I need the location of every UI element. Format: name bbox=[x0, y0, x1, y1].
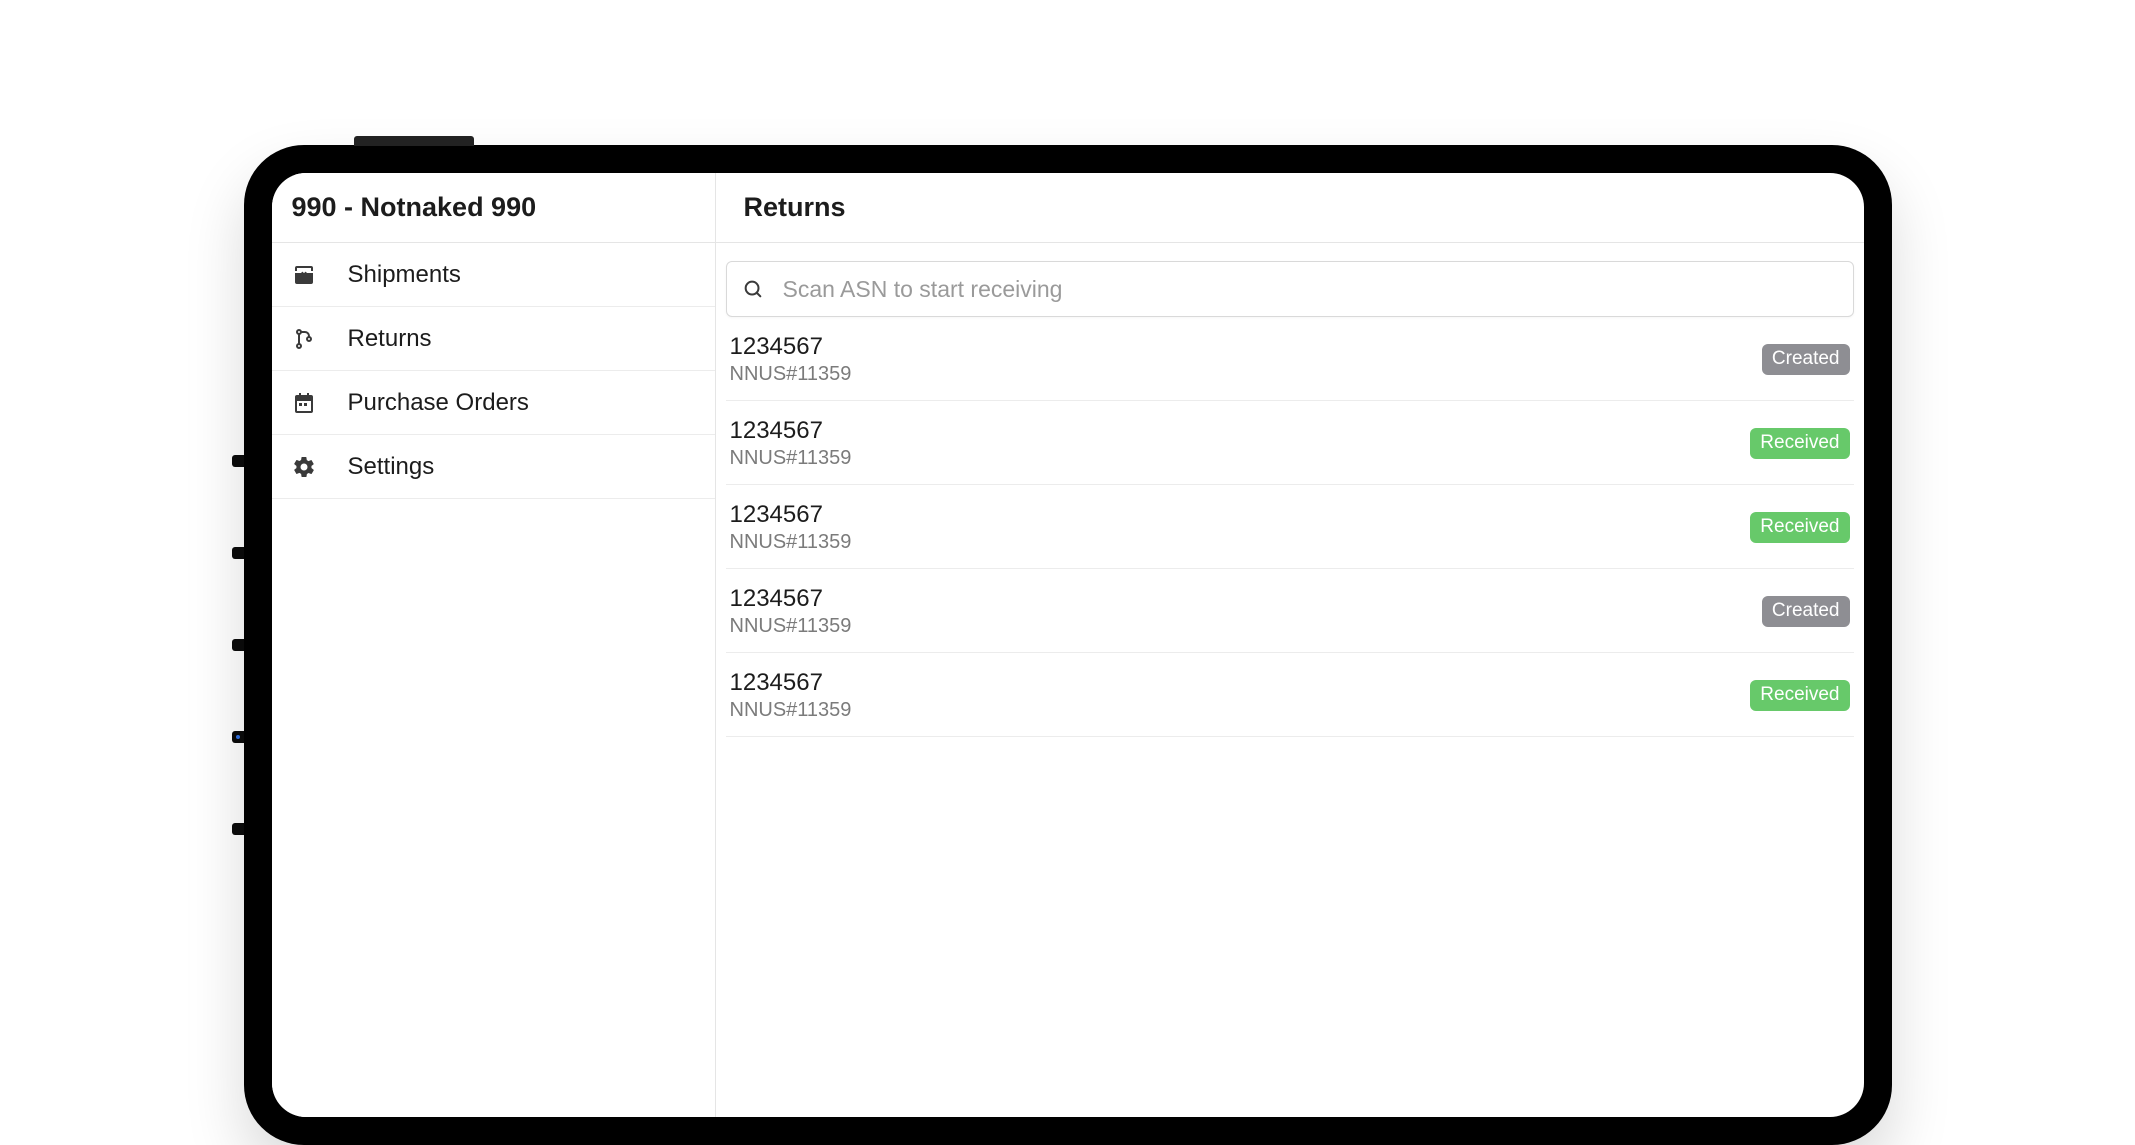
status-badge: Received bbox=[1750, 680, 1849, 711]
status-badge: Created bbox=[1762, 596, 1850, 627]
list-item-text: 1234567 NNUS#11359 bbox=[730, 669, 852, 722]
main-pane: Returns 1234567 NNUS#11359 bbox=[716, 173, 1864, 1117]
sidebar-item-label: Settings bbox=[348, 453, 435, 481]
list-item-id: 1234567 bbox=[730, 417, 852, 445]
list-item[interactable]: 1234567 NNUS#11359 Received bbox=[726, 401, 1854, 485]
list-item-text: 1234567 NNUS#11359 bbox=[730, 585, 852, 638]
status-badge: Received bbox=[1750, 428, 1849, 459]
sidebar-item-purchase-orders[interactable]: Purchase Orders bbox=[272, 371, 715, 435]
list-item-id: 1234567 bbox=[730, 669, 852, 697]
sidebar-item-settings[interactable]: Settings bbox=[272, 435, 715, 499]
sidebar-header: 990 - Notnaked 990 bbox=[272, 173, 715, 243]
status-badge: Received bbox=[1750, 512, 1849, 543]
compare-arrows-icon bbox=[290, 325, 318, 353]
list-item-sub: NNUS#11359 bbox=[730, 615, 852, 638]
list-item-sub: NNUS#11359 bbox=[730, 531, 852, 554]
list-item[interactable]: 1234567 NNUS#11359 Created bbox=[726, 317, 1854, 401]
page-title: Returns bbox=[744, 192, 846, 223]
sidebar-nav: Shipments Returns Purchase Or bbox=[272, 243, 715, 499]
list-item-sub: NNUS#11359 bbox=[730, 699, 852, 722]
device-side-markers bbox=[232, 455, 244, 835]
sidebar-item-label: Purchase Orders bbox=[348, 389, 529, 417]
main-header: Returns bbox=[716, 173, 1864, 243]
list-item[interactable]: 1234567 NNUS#11359 Received bbox=[726, 653, 1854, 737]
sidebar-title: 990 - Notnaked 990 bbox=[292, 192, 537, 223]
list-item-id: 1234567 bbox=[730, 333, 852, 361]
list-item[interactable]: 1234567 NNUS#11359 Created bbox=[726, 569, 1854, 653]
search-icon bbox=[741, 277, 765, 301]
sidebar-item-label: Returns bbox=[348, 325, 432, 353]
inbox-download-icon bbox=[290, 261, 318, 289]
sidebar-item-returns[interactable]: Returns bbox=[272, 307, 715, 371]
list-item-text: 1234567 NNUS#11359 bbox=[730, 333, 852, 386]
list-item-sub: NNUS#11359 bbox=[730, 363, 852, 386]
search-wrap bbox=[716, 243, 1864, 317]
device-top-slot bbox=[354, 136, 474, 146]
search-box[interactable] bbox=[726, 261, 1854, 317]
sidebar: 990 - Notnaked 990 Shipments bbox=[272, 173, 716, 1117]
calendar-icon bbox=[290, 389, 318, 417]
sidebar-item-shipments[interactable]: Shipments bbox=[272, 243, 715, 307]
returns-list: 1234567 NNUS#11359 Created 1234567 NNUS#… bbox=[716, 317, 1864, 737]
list-item-text: 1234567 NNUS#11359 bbox=[730, 501, 852, 554]
tablet-frame: 990 - Notnaked 990 Shipments bbox=[244, 145, 1892, 1145]
app-screen: 990 - Notnaked 990 Shipments bbox=[272, 173, 1864, 1117]
list-item-text: 1234567 NNUS#11359 bbox=[730, 417, 852, 470]
list-item-id: 1234567 bbox=[730, 501, 852, 529]
gear-icon bbox=[290, 453, 318, 481]
search-input[interactable] bbox=[783, 276, 1839, 303]
list-item-sub: NNUS#11359 bbox=[730, 447, 852, 470]
status-badge: Created bbox=[1762, 344, 1850, 375]
sidebar-item-label: Shipments bbox=[348, 261, 461, 289]
list-item-id: 1234567 bbox=[730, 585, 852, 613]
list-item[interactable]: 1234567 NNUS#11359 Received bbox=[726, 485, 1854, 569]
